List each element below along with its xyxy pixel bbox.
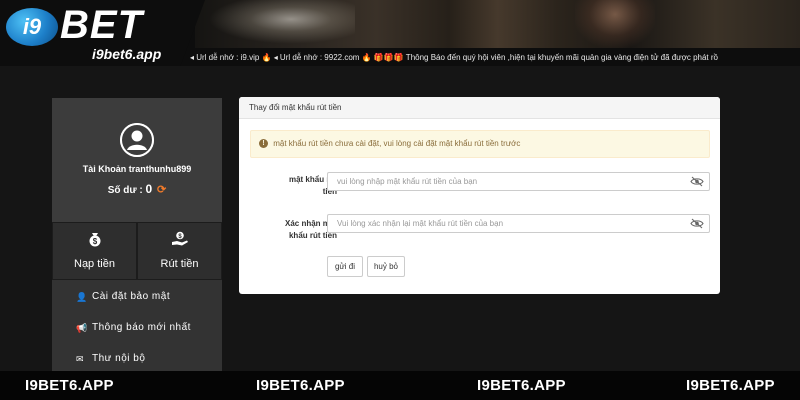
- watermark-text: I9BET6.APP: [477, 377, 566, 394]
- menu-item-security-settings[interactable]: 👤 Cài đặt bảo mật: [52, 282, 222, 312]
- eye-slash-icon[interactable]: [690, 218, 704, 229]
- withdraw-password-input[interactable]: vui lòng nhập mật khẩu rút tiền của bạn: [327, 172, 710, 191]
- eye-slash-icon[interactable]: [690, 176, 704, 187]
- warning-alert: ! mật khẩu rút tiền chưa cài đặt, vui lò…: [250, 130, 710, 158]
- profile-card: Tài Khoản tranthunhu899 Số dư : 0 ⟳: [52, 98, 222, 222]
- site-header: i9 BET i9bet6.app ◂ Url dễ nhớ : i9.vip …: [0, 0, 800, 66]
- menu-item-label: Cài đặt bảo mật: [92, 291, 171, 302]
- label-line: mật khẩu rút: [288, 175, 337, 184]
- account-name: tranthunhu899: [128, 164, 192, 174]
- svg-text:$: $: [92, 237, 97, 246]
- user-cog-icon: 👤: [76, 292, 88, 302]
- header-banner-image: [195, 0, 800, 48]
- warning-icon: !: [259, 139, 268, 149]
- envelope-icon: ✉: [76, 354, 85, 364]
- refresh-icon[interactable]: ⟳: [157, 184, 166, 196]
- watermark-text: I9BET6.APP: [256, 377, 345, 394]
- money-bag-icon: $: [53, 231, 136, 252]
- deposit-button[interactable]: $ Nạp tiền: [52, 222, 137, 280]
- watermark-band: I9BET6.APP I9BET6.APP I9BET6.APP I9BET6.…: [0, 371, 800, 400]
- change-withdraw-password-panel: Thay đổi mật khẩu rút tiền ! mật khẩu rú…: [239, 97, 720, 294]
- withdraw-button[interactable]: $ Rút tiền: [137, 222, 222, 280]
- hand-money-icon: $: [138, 231, 221, 252]
- cancel-button[interactable]: huỷ bỏ: [367, 256, 405, 277]
- menu-item-latest-notifications[interactable]: 📢 Thông báo mới nhất: [52, 313, 222, 343]
- wallet-actions: $ Nạp tiền $ Rút tiền: [52, 222, 222, 280]
- megaphone-icon: 📢: [76, 323, 88, 333]
- input-placeholder: Vui lòng xác nhận lại mật khẩu rút tiền …: [337, 219, 504, 228]
- label-line: khẩu rút tiền: [288, 231, 337, 240]
- menu-item-label: Thông báo mới nhất: [92, 322, 191, 333]
- account-label: Tài Khoản: [82, 164, 127, 174]
- alert-text: mật khẩu rút tiền chưa cài đặt, vui lòng…: [273, 139, 521, 148]
- balance-value: 0: [145, 182, 153, 196]
- balance-label: Số dư :: [107, 185, 143, 196]
- logo-wordmark: BET: [60, 3, 143, 47]
- user-avatar-icon: [120, 123, 154, 157]
- logo[interactable]: i9 BET i9bet6.app: [0, 0, 205, 66]
- watermark-text: I9BET6.APP: [686, 377, 775, 394]
- deposit-label: Nạp tiền: [74, 258, 115, 270]
- page-root: i9 BET i9bet6.app ◂ Url dễ nhớ : i9.vip …: [0, 0, 800, 400]
- account-menu: 👤 Cài đặt bảo mật 📢 Thông báo mới nhất ✉…: [52, 280, 222, 380]
- account-info: Tài Khoản tranthunhu899: [52, 164, 222, 174]
- banner-figure-graphic: [575, 0, 655, 48]
- withdraw-password-label: mật khẩu rút tiền: [253, 174, 337, 198]
- confirm-password-input[interactable]: Vui lòng xác nhận lại mật khẩu rút tiền …: [327, 214, 710, 233]
- logo-badge: i9: [6, 8, 58, 46]
- panel-header: Thay đổi mật khẩu rút tiền: [239, 97, 720, 119]
- label-line: tiền: [322, 187, 337, 196]
- balance-info: Số dư : 0 ⟳: [52, 182, 222, 196]
- withdraw-label: Rút tiền: [160, 258, 199, 270]
- confirm-password-label: Xác nhận mật khẩu rút tiền: [253, 218, 337, 242]
- banner-swirl-graphic: [195, 0, 355, 48]
- input-placeholder: vui lòng nhập mật khẩu rút tiền của bạn: [337, 177, 478, 186]
- menu-item-label: Thư nội bộ: [92, 353, 146, 364]
- panel-title: Thay đổi mật khẩu rút tiền: [249, 103, 342, 112]
- logo-domain: i9bet6.app: [92, 46, 162, 62]
- watermark-text: I9BET6.APP: [25, 377, 114, 394]
- menu-item-inbox[interactable]: ✉ Thư nội bộ: [52, 344, 222, 374]
- label-line: Xác nhận mật: [284, 219, 337, 228]
- announcement-ticker: ◂ Url dễ nhớ : i9.vip 🔥 ◂ Url dễ nhớ : 9…: [190, 53, 718, 62]
- submit-button[interactable]: gửi đi: [327, 256, 363, 277]
